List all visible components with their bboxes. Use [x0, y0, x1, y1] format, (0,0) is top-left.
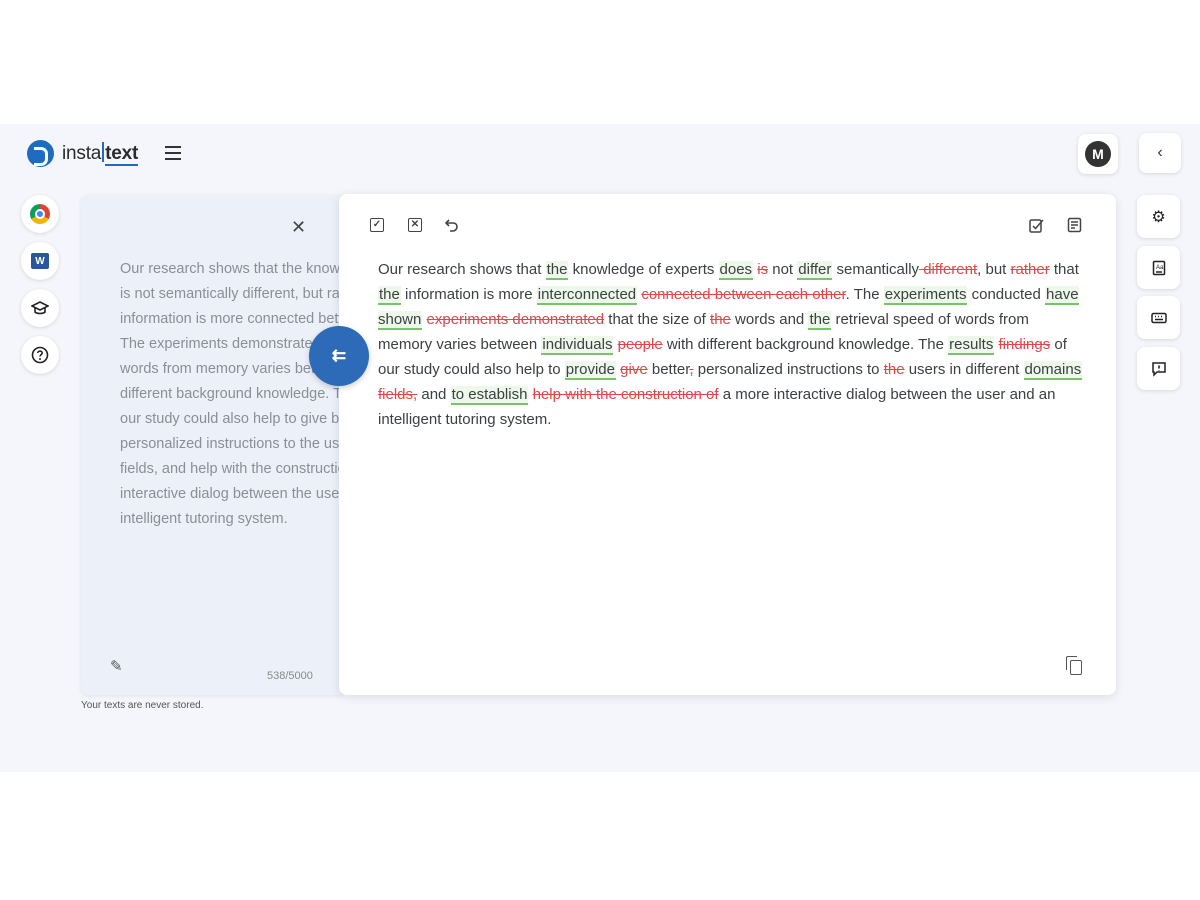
word-icon: W [31, 253, 49, 269]
inserted-word[interactable]: results [948, 336, 995, 355]
accept-all-icon: ✓ [370, 218, 384, 232]
user-menu-button[interactable]: M [1078, 134, 1118, 174]
deleted-word[interactable]: different [919, 261, 977, 278]
word-addin-button[interactable]: W [21, 242, 59, 280]
privacy-note: Your texts are never stored. [81, 700, 204, 711]
edit-icon[interactable]: ✎ [110, 657, 123, 675]
inserted-word[interactable]: individuals [541, 336, 614, 355]
text-segment: not [768, 261, 798, 278]
inserted-word[interactable]: provide [564, 361, 616, 380]
collapse-panel-button[interactable]: ‹ [1139, 133, 1181, 173]
reject-all-icon: ✕ [408, 218, 422, 232]
academy-button[interactable] [21, 289, 59, 327]
source-text-input[interactable]: Our research shows that the knowledge of… [120, 257, 343, 532]
text-segment: and [417, 386, 451, 403]
deleted-word[interactable]: the [884, 361, 905, 378]
text-segment: information is more [400, 286, 537, 303]
text-segment: better [647, 361, 690, 378]
source-text-panel: ✕ Our research shows that the knowledge … [81, 195, 343, 695]
brand-prefix: insta [62, 143, 102, 164]
brand-suffix: text [105, 143, 139, 166]
deleted-word[interactable]: rather [1011, 261, 1050, 278]
copy-icon[interactable] [1066, 656, 1082, 675]
logo-icon [27, 140, 54, 167]
check-list-icon [1029, 219, 1044, 233]
close-icon[interactable]: ✕ [291, 217, 306, 238]
undo-button[interactable] [443, 216, 461, 234]
inserted-word[interactable]: differ [797, 261, 833, 280]
inserted-word[interactable]: interconnected [536, 286, 638, 305]
text-segment: that [1049, 261, 1079, 278]
summary-button[interactable] [1066, 216, 1084, 234]
inserted-word[interactable]: the [378, 286, 401, 305]
deleted-word[interactable]: findings [999, 336, 1051, 353]
text-segment: Our research shows that [378, 261, 546, 278]
text-segment: . The [845, 286, 884, 303]
undo-icon [445, 219, 458, 232]
text-segment: users in different [904, 361, 1024, 378]
menu-icon[interactable] [165, 146, 181, 160]
app-window: insta text M ‹ W ✕ Our research shows tha… [0, 124, 1200, 772]
deleted-word[interactable]: help with the construction of [533, 386, 719, 403]
text-segment: conducted [967, 286, 1046, 303]
deleted-word[interactable]: fields, [378, 386, 417, 403]
deleted-word[interactable]: experiments demonstrated [427, 311, 605, 328]
chevron-left-icon: ‹ [1157, 144, 1163, 161]
settings-button[interactable]: ⚙ [1137, 195, 1180, 238]
inserted-word[interactable]: domains [1023, 361, 1083, 380]
arrow-left-icon: ⇇ [331, 346, 347, 365]
inserted-word[interactable]: to establish [450, 386, 529, 405]
text-segment: with different background knowledge. The [662, 336, 949, 353]
text-segment: personalized instructions to [693, 361, 884, 378]
inserted-word[interactable]: the [545, 261, 569, 280]
app-logo[interactable]: insta text [27, 140, 138, 167]
apply-result-button[interactable]: ⇇ [309, 326, 369, 386]
help-button[interactable] [21, 336, 59, 374]
graduation-cap-icon [31, 301, 49, 315]
reject-all-button[interactable]: ✕ [406, 216, 424, 234]
text-segment: words and [730, 311, 809, 328]
feedback-button[interactable] [1137, 347, 1180, 390]
text-segment: knowledge of experts [568, 261, 719, 278]
settings-icon: ⚙ [1151, 208, 1166, 226]
result-text[interactable]: Our research shows that the knowledge of… [378, 257, 1084, 432]
result-panel: ✓ ✕ Our research shows that the knowledg… [339, 194, 1116, 695]
character-count: 538/5000 [267, 670, 313, 682]
deleted-word[interactable]: give [620, 361, 648, 378]
text-segment: that the size of [604, 311, 711, 328]
help-icon [31, 346, 49, 364]
inserted-word[interactable]: does [718, 261, 754, 280]
chrome-extension-button[interactable] [21, 195, 59, 233]
keyboard-button[interactable] [1137, 296, 1180, 339]
check-list-button[interactable] [1028, 216, 1046, 234]
text-segment: , but [977, 261, 1011, 278]
dictionary-icon: Aa [1152, 260, 1165, 275]
accept-all-button[interactable]: ✓ [368, 216, 386, 234]
inserted-word[interactable]: experiments [883, 286, 968, 305]
keyboard-icon [1150, 312, 1167, 323]
deleted-word[interactable]: people [618, 336, 663, 353]
text-segment: semantically [832, 261, 920, 278]
dictionary-button[interactable]: Aa [1137, 246, 1180, 289]
inserted-word[interactable]: the [808, 311, 832, 330]
deleted-word[interactable]: is [757, 261, 768, 278]
deleted-word[interactable]: connected between each other [641, 286, 845, 303]
avatar: M [1085, 141, 1111, 167]
svg-text:Aa: Aa [1156, 265, 1164, 271]
feedback-icon [1151, 361, 1166, 377]
summary-icon [1067, 217, 1082, 233]
deleted-word[interactable]: the [710, 311, 731, 328]
chrome-icon [30, 204, 50, 224]
